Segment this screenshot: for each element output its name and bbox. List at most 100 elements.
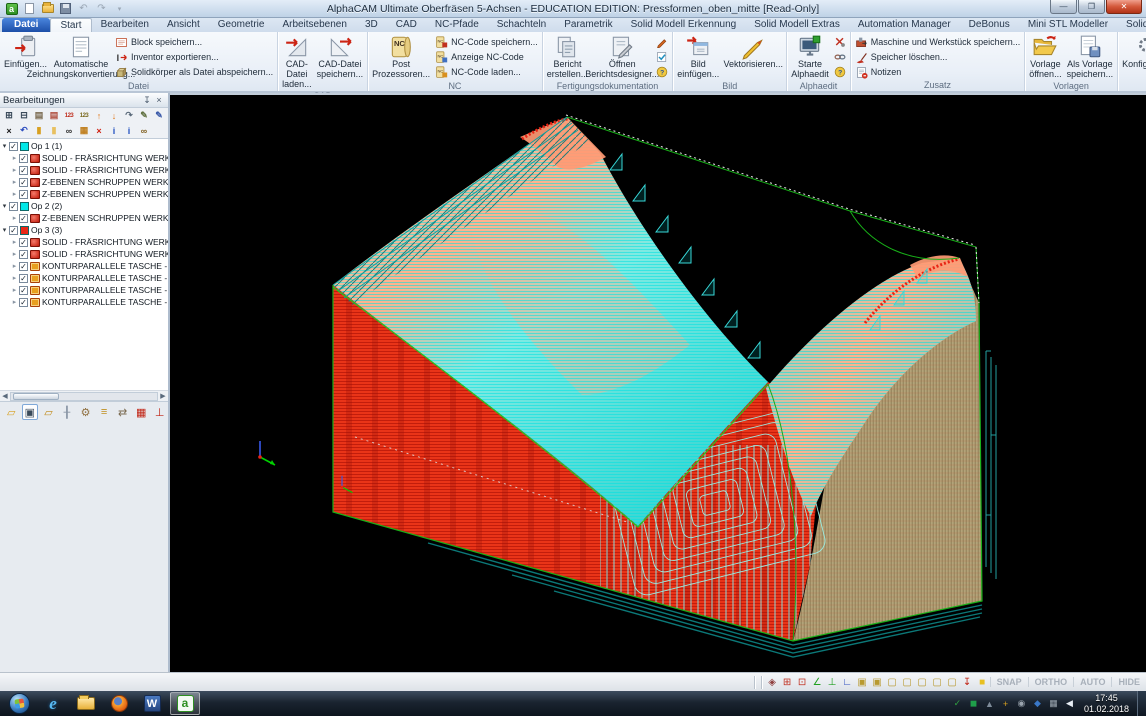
tree-item-row[interactable]: ▸✓SOLID - FRÄSRICHTUNG WERKZE	[0, 164, 168, 176]
tree-item-row[interactable]: ▸✓Z-EBENEN SCHRUPPEN WERKZEU	[0, 176, 168, 188]
tree-op-row[interactable]: ▾✓Op 2 (2)	[0, 200, 168, 212]
tab-debonus[interactable]: DeBonus	[960, 18, 1019, 32]
report-check-icon[interactable]	[654, 50, 670, 64]
expander-icon[interactable]: ▸	[10, 238, 19, 246]
ribbon-button-bild-einfügen-[interactable]: Bild einfügen...	[675, 33, 721, 81]
view-cube-3-icon[interactable]: ▢	[885, 677, 900, 688]
tab-geometrie[interactable]: Geometrie	[209, 18, 274, 32]
edit-icon[interactable]: ✎	[137, 109, 151, 122]
tray-green-icon[interactable]: ◼	[967, 697, 980, 710]
lock-icon[interactable]: ▮	[32, 124, 46, 137]
new-folder-icon[interactable]: ▱	[3, 404, 20, 420]
ribbon-button-cad-datei-laden-[interactable]: CAD-Datei laden...	[280, 33, 314, 91]
start-button[interactable]	[9, 693, 30, 714]
ribbon-button-maschine-und-werkstück-speichern-[interactable]: Maschine und Werkstück speichern...	[853, 35, 1022, 49]
tree-item-row[interactable]: ▸✓SOLID - FRÄSRICHTUNG WERKZE	[0, 236, 168, 248]
show-desktop-button[interactable]	[1137, 691, 1146, 716]
delete-operation-icon[interactable]: ▤	[47, 109, 61, 122]
checkbox[interactable]: ✓	[9, 202, 18, 211]
copy-operation-icon[interactable]: ▤	[32, 109, 46, 122]
internet-explorer-icon[interactable]: e	[38, 692, 68, 715]
expander-icon[interactable]: ▸	[10, 190, 19, 198]
toggle-hide[interactable]: HIDE	[1111, 677, 1146, 687]
clamp-icon[interactable]: ╂	[59, 404, 76, 420]
report-edit-icon[interactable]	[654, 35, 670, 49]
view-axes-icon[interactable]: ⊞	[780, 677, 795, 688]
renumber-icon[interactable]: 123	[62, 109, 76, 122]
view-box-icon[interactable]: ⊡	[795, 677, 810, 688]
alphaedit-link-icon[interactable]	[832, 50, 848, 64]
panel-close-icon[interactable]: ×	[153, 95, 165, 105]
tray-check-icon[interactable]: ✓	[951, 697, 964, 710]
tree-item-row[interactable]: ▸✓SOLID - FRÄSRICHTUNG WERKZE	[0, 248, 168, 260]
tree-item-row[interactable]: ▸✓KONTURPARALLELE TASCHE - SCH	[0, 260, 168, 272]
edit-multi-icon[interactable]: ✎	[152, 109, 166, 122]
move-down-icon[interactable]: ↓	[107, 109, 121, 122]
ribbon-button-starte-alphaedit[interactable]: Starte Alphaedit	[789, 33, 831, 81]
checkbox[interactable]: ✓	[9, 142, 18, 151]
tab-solid-xml-feature[interactable]: Solid XML Feature	[1117, 18, 1146, 32]
view-cube-1-icon[interactable]: ▣	[855, 677, 870, 688]
tab-solid-modell-extras[interactable]: Solid Modell Extras	[745, 18, 849, 32]
checkbox[interactable]: ✓	[19, 214, 28, 223]
tree-item-row[interactable]: ▸✓Z-EBENEN SCHRUPPEN WERKZEU	[0, 188, 168, 200]
renumber-all-icon[interactable]: 123	[77, 109, 91, 122]
info-tool-icon[interactable]: i	[122, 124, 136, 137]
ribbon-button-nc-code-laden-[interactable]: NCNC-Code laden...	[433, 65, 540, 79]
tray-network-icon[interactable]: ▦	[1047, 697, 1060, 710]
axes-xyz-icon[interactable]: ⊥	[825, 677, 840, 688]
tree-item-row[interactable]: ▸✓Z-EBENEN SCHRUPPEN WERKZEU	[0, 212, 168, 224]
ribbon-button-solidkörper-als-datei-abspeichern-[interactable]: Solidkörper als Datei abspeichern...	[113, 65, 275, 79]
expander-icon[interactable]: ▾	[0, 202, 9, 210]
tab-ansicht[interactable]: Ansicht	[158, 18, 209, 32]
ribbon-button-anzeige-nc-code[interactable]: NCAnzeige NC-Code	[433, 50, 540, 64]
expander-icon[interactable]: ▸	[10, 250, 19, 258]
reorder-icon[interactable]: ↷	[122, 109, 136, 122]
tree-op-row[interactable]: ▾✓Op 3 (3)	[0, 224, 168, 236]
tab-solid-modell-erkennung[interactable]: Solid Modell Erkennung	[622, 18, 746, 32]
checkbox[interactable]: ✓	[19, 190, 28, 199]
scroll-right-icon[interactable]: ▶	[158, 392, 168, 400]
tab-datei[interactable]: Datei	[2, 18, 50, 32]
tree-item-row[interactable]: ▸✓KONTURPARALLELE TASCHE - SCH	[0, 272, 168, 284]
tab-mini-stl-modeller[interactable]: Mini STL Modeller	[1019, 18, 1117, 32]
expander-icon[interactable]: ▸	[10, 262, 19, 270]
alphaedit-tools-icon[interactable]	[832, 35, 848, 49]
ribbon-button-cad-datei-speichern-[interactable]: CAD-Datei speichern...	[315, 33, 366, 91]
tab-cad[interactable]: CAD	[387, 18, 426, 32]
delete-icon[interactable]: ×	[2, 124, 16, 137]
tray-volume-icon[interactable]: ◀	[1063, 697, 1076, 710]
tab-schachteln[interactable]: Schachteln	[488, 18, 555, 32]
tool-delete-icon[interactable]: ×	[92, 124, 106, 137]
ribbon-button-als-vorlage-speichern-[interactable]: Als Vorlage speichern...	[1065, 33, 1116, 81]
measure-icon[interactable]: ⊥	[151, 404, 168, 420]
axes-uvw-icon[interactable]: ∟	[840, 677, 855, 688]
alphaedit-help-icon[interactable]: ?	[832, 65, 848, 79]
tab-bearbeiten[interactable]: Bearbeiten	[92, 18, 158, 32]
expander-icon[interactable]: ▾	[0, 142, 9, 150]
windows-explorer-icon[interactable]	[71, 692, 101, 715]
expander-icon[interactable]: ▸	[10, 286, 19, 294]
tool-library-icon[interactable]: ≡	[96, 404, 113, 420]
tree-item-row[interactable]: ▸✓KONTURPARALLELE TASCHE - SCH	[0, 284, 168, 296]
view-cube-5-icon[interactable]: ▢	[915, 677, 930, 688]
tab-automation-manager[interactable]: Automation Manager	[849, 18, 960, 32]
tree-item-row[interactable]: ▸✓KONTURPARALLELE TASCHE - SCH	[0, 296, 168, 308]
tray-tri-icon[interactable]: ▲	[983, 697, 996, 710]
tree-op-row[interactable]: ▾✓Op 1 (1)	[0, 140, 168, 152]
report-help-icon[interactable]: ?	[654, 65, 670, 79]
checkbox[interactable]: ✓	[19, 166, 28, 175]
ribbon-button-nc-code-speichern-[interactable]: NCNC-Code speichern...	[433, 35, 540, 49]
ribbon-button-speicher-löschen-[interactable]: Speicher löschen...	[853, 50, 1022, 64]
select-mode-icon[interactable]: ∠	[810, 677, 825, 688]
checkbox[interactable]: ✓	[19, 286, 28, 295]
unlock-icon[interactable]: ▮	[47, 124, 61, 137]
checkbox[interactable]: ✓	[19, 154, 28, 163]
checkbox[interactable]: ✓	[19, 298, 28, 307]
ribbon-button-vorlage-öffnen-[interactable]: Vorlage öffnen...	[1027, 33, 1063, 81]
open-folder-icon[interactable]: ▱	[40, 404, 57, 420]
ribbon-button-post-prozessoren-[interactable]: NCPost Prozessoren...	[370, 33, 432, 81]
workplane-icon[interactable]: ■	[975, 677, 990, 688]
view-cube-6-icon[interactable]: ▢	[930, 677, 945, 688]
ribbon-button-block-speichern-[interactable]: Block speichern...	[113, 35, 275, 49]
